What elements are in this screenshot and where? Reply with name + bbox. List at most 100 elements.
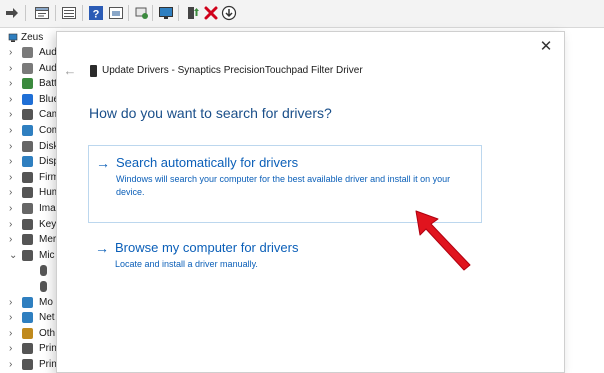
tree-item-label: Aud (39, 47, 57, 58)
forward-arrow-icon[interactable] (4, 5, 20, 21)
tree-item[interactable]: › Hum (0, 185, 60, 200)
tree-item-label: Mic (39, 249, 55, 261)
back-arrow-icon: ← (63, 63, 77, 78)
tree-item[interactable]: › Aud (0, 61, 60, 76)
tree-item-label: Prin (39, 359, 57, 370)
memory-icon (22, 234, 33, 246)
tree-item[interactable]: › Com (0, 123, 60, 138)
chevron-right-icon[interactable]: › (9, 61, 12, 76)
right-arrow-icon: → (95, 240, 109, 256)
tree-item[interactable]: ⌄ Mic (0, 248, 60, 263)
tree-item[interactable]: › Key (0, 217, 60, 232)
chevron-right-icon[interactable]: › (9, 201, 12, 216)
tree-root-label: Zeus (21, 32, 44, 43)
dialog-title: Update Drivers - Synaptics PrecisionTouc… (102, 65, 363, 76)
tree-item[interactable]: › Mo (0, 295, 60, 310)
tree-item-label: Ima (39, 203, 56, 214)
tree-item[interactable]: › Ima (0, 201, 60, 216)
chevron-right-icon[interactable]: › (9, 326, 12, 341)
tree-item-label: Prin (39, 343, 57, 355)
tree-item-label: Mo (39, 296, 53, 308)
page-heading: How do you want to search for drivers? (89, 105, 332, 121)
tree-item[interactable]: › Disp (0, 154, 60, 169)
help-icon[interactable]: ? (88, 5, 104, 21)
monitor-icon[interactable] (158, 5, 174, 21)
driver-device-icon (90, 65, 97, 77)
camera-icon (22, 109, 33, 121)
view-icon[interactable] (61, 5, 77, 21)
firmware-icon (22, 171, 33, 183)
tree-item[interactable]: › Prin (0, 357, 60, 372)
toolbar: ? (0, 0, 604, 28)
chevron-right-icon[interactable]: › (9, 107, 12, 122)
chevron-right-icon[interactable]: › (9, 123, 12, 138)
chevron-right-icon[interactable]: › (9, 76, 12, 91)
network-icon (22, 312, 33, 324)
update-drivers-dialog: ✕ ← Update Drivers - Synaptics Precision… (56, 31, 565, 373)
chevron-right-icon[interactable]: › (9, 295, 12, 310)
uninstall-icon[interactable] (203, 5, 219, 21)
chevron-right-icon[interactable]: › (9, 232, 12, 247)
tree-item[interactable]: › Oth (0, 326, 60, 341)
tree-item[interactable]: › Aud (0, 45, 60, 60)
scan-hardware-icon[interactable] (134, 5, 150, 21)
tree-item-label: Mer (39, 234, 57, 246)
hid-icon (22, 187, 33, 199)
toolbar-separator (128, 5, 129, 21)
right-arrow-icon: → (96, 155, 110, 171)
chevron-right-icon[interactable]: › (9, 357, 12, 372)
tree-item[interactable]: › Disk (0, 139, 60, 154)
download-icon[interactable] (221, 5, 237, 21)
monitor-icon (22, 296, 33, 308)
display-icon (22, 156, 33, 168)
bluetooth-icon (22, 93, 33, 105)
update-driver-icon[interactable] (184, 5, 200, 21)
mouse-icon (22, 249, 33, 261)
chevron-right-icon[interactable]: › (9, 45, 12, 60)
toolbar-separator (178, 5, 179, 21)
tree-item-label: Net (39, 312, 55, 324)
tree-item[interactable]: › Batt (0, 76, 60, 91)
tree-item[interactable] (0, 263, 60, 278)
chevron-right-icon[interactable]: › (9, 185, 12, 200)
chevron-right-icon[interactable]: › (9, 139, 12, 154)
chevron-right-icon[interactable]: › (9, 92, 12, 107)
properties-icon[interactable] (34, 5, 50, 21)
toolbar-separator (55, 5, 56, 21)
tree-item[interactable]: › Prin (0, 341, 60, 356)
option-title: Search automatically for drivers (116, 155, 299, 170)
chevron-right-icon[interactable]: › (9, 310, 12, 325)
back-button[interactable]: ← (63, 64, 77, 78)
printer-icon (22, 343, 33, 355)
computer-icon (8, 33, 18, 42)
tree-item[interactable]: › Cam (0, 107, 60, 122)
tree-item-label: Key (39, 218, 57, 230)
tree-item[interactable]: › Net (0, 310, 60, 325)
chevron-right-icon[interactable]: › (9, 217, 12, 232)
tree-item[interactable]: › Mer (0, 232, 60, 247)
chevron-right-icon[interactable]: › (9, 341, 12, 356)
computer-icon (22, 125, 33, 136)
printer-icon (22, 359, 33, 370)
imaging-icon (22, 203, 33, 214)
chevron-right-icon[interactable]: › (9, 170, 12, 185)
toolbar-separator (25, 5, 26, 21)
tree-item-label: Batt (39, 78, 57, 90)
option-title: Browse my computer for drivers (115, 240, 299, 255)
close-icon: ✕ (539, 38, 553, 55)
mouse-icon (40, 281, 47, 292)
toolbar-separator (152, 5, 153, 21)
chevron-down-icon[interactable]: ⌄ (9, 248, 17, 263)
close-button[interactable]: ✕ (538, 39, 554, 55)
option-description: Windows will search your computer for th… (116, 174, 451, 197)
chevron-right-icon[interactable]: › (9, 154, 12, 169)
tree-item-label: Oth (39, 327, 56, 339)
tree-item[interactable]: › Blue (0, 92, 60, 107)
refresh-icon[interactable] (108, 5, 124, 21)
battery-icon (22, 78, 33, 90)
tree-item[interactable]: › Firm (0, 170, 60, 185)
audio-icon (22, 47, 33, 58)
tree-item[interactable] (0, 279, 60, 294)
mouse-icon (40, 265, 47, 277)
toolbar-separator (82, 5, 83, 21)
